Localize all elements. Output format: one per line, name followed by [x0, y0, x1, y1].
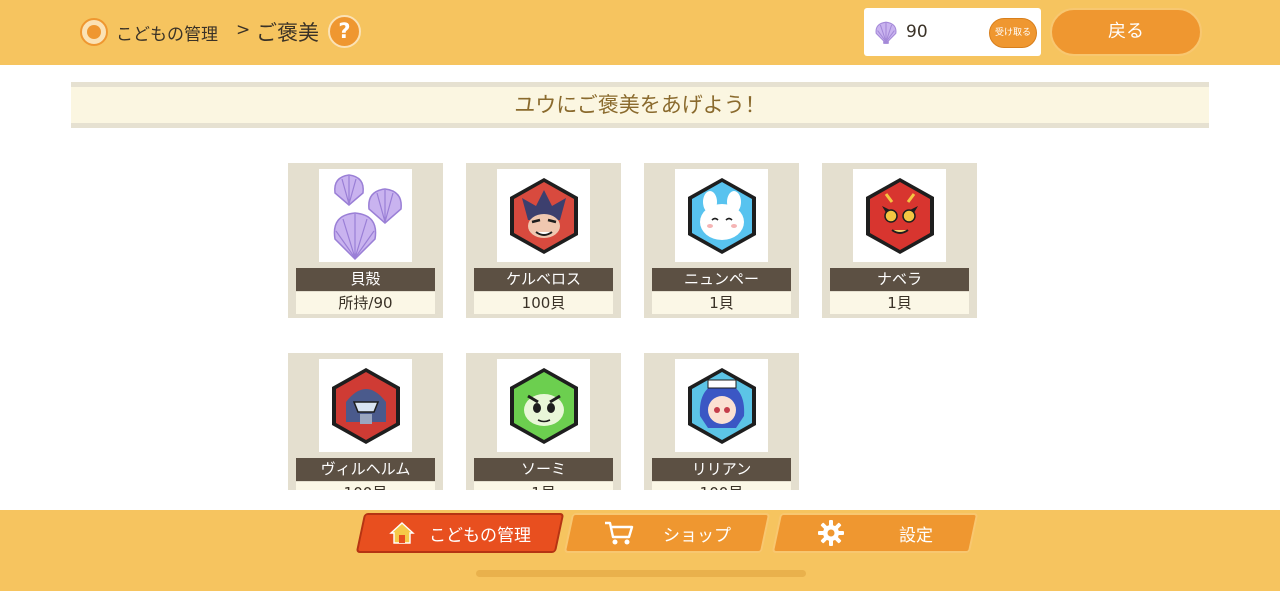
breadcrumb-separator: > — [236, 20, 251, 40]
breadcrumb-parent-link[interactable]: こどもの管理 — [116, 20, 218, 45]
tab-settings[interactable]: 設定 — [771, 513, 979, 553]
back-button[interactable]: 戻る — [1050, 8, 1202, 56]
tab-label: 設定 — [899, 525, 933, 546]
nabera-avatar-icon — [865, 177, 934, 254]
reward-card-kerberos[interactable]: ケルベロス 100貝 — [466, 163, 621, 318]
reward-name: ナベラ — [830, 268, 969, 291]
reward-card-shells[interactable]: 貝殻 所持/90 — [288, 163, 443, 318]
reward-image — [497, 359, 590, 452]
receive-button[interactable]: 受け取る — [989, 18, 1037, 48]
reward-price: 1貝 — [652, 292, 791, 314]
nymphe-avatar-icon — [687, 177, 756, 254]
reward-price: 100貝 — [296, 482, 435, 490]
tab-label: ショップ — [663, 525, 731, 546]
tab-child-management[interactable]: こどもの管理 — [355, 513, 565, 553]
shell-count: 90 — [906, 22, 928, 42]
reward-image — [675, 359, 768, 452]
tab-label: こどもの管理 — [429, 525, 531, 546]
gear-icon — [818, 520, 844, 546]
reward-image — [319, 359, 412, 452]
reward-image — [675, 169, 768, 262]
reward-card-somi[interactable]: ソーミ 1貝 — [466, 353, 621, 490]
wilhelm-avatar-icon — [331, 367, 400, 444]
reward-card-nymphe[interactable]: ニュンペー 1貝 — [644, 163, 799, 318]
reward-image — [853, 169, 946, 262]
reward-name: ソーミ — [474, 458, 613, 481]
reward-banner: ユウにご褒美をあげよう！ — [71, 82, 1209, 128]
reward-card-lilian[interactable]: リリアン 100貝 — [644, 353, 799, 490]
reward-card-wilhelm[interactable]: ヴィルヘルム 100貝 — [288, 353, 443, 490]
help-button[interactable]: ? — [328, 15, 361, 48]
reward-name: ヴィルヘルム — [296, 458, 435, 481]
home-indicator — [476, 570, 806, 577]
reward-price: 100貝 — [474, 292, 613, 314]
reward-image — [319, 169, 412, 262]
breadcrumb-dot-icon — [80, 18, 108, 46]
bottom-nav: こどもの管理 ショップ 設定 — [0, 510, 1280, 591]
reward-price: 所持/90 — [296, 292, 435, 314]
reward-name: ケルベロス — [474, 268, 613, 291]
somi-avatar-icon — [509, 367, 578, 444]
reward-price: 1貝 — [474, 482, 613, 490]
reward-card-nabera[interactable]: ナベラ 1貝 — [822, 163, 977, 318]
reward-grid: 貝殻 所持/90 ケルベロス 100貝 ニュンペー 1貝 ナベラ 1貝 ヴィルヘ… — [0, 128, 1280, 490]
shell-icon — [875, 21, 897, 44]
reward-name: リリアン — [652, 458, 791, 481]
reward-price: 1貝 — [830, 292, 969, 314]
cart-icon — [605, 521, 634, 545]
reward-name: ニュンペー — [652, 268, 791, 291]
kerberos-avatar-icon — [509, 177, 578, 254]
shells-icon — [333, 173, 402, 260]
lilian-avatar-icon — [687, 367, 756, 444]
reward-price: 100貝 — [652, 482, 791, 490]
top-bar: こどもの管理 > ご褒美 ? 90 受け取る 戻る — [0, 0, 1280, 65]
reward-image — [497, 169, 590, 262]
tab-shop[interactable]: ショップ — [563, 513, 771, 553]
reward-name: 貝殻 — [296, 268, 435, 291]
home-icon — [389, 522, 415, 544]
page-title: ご褒美 — [256, 21, 319, 45]
